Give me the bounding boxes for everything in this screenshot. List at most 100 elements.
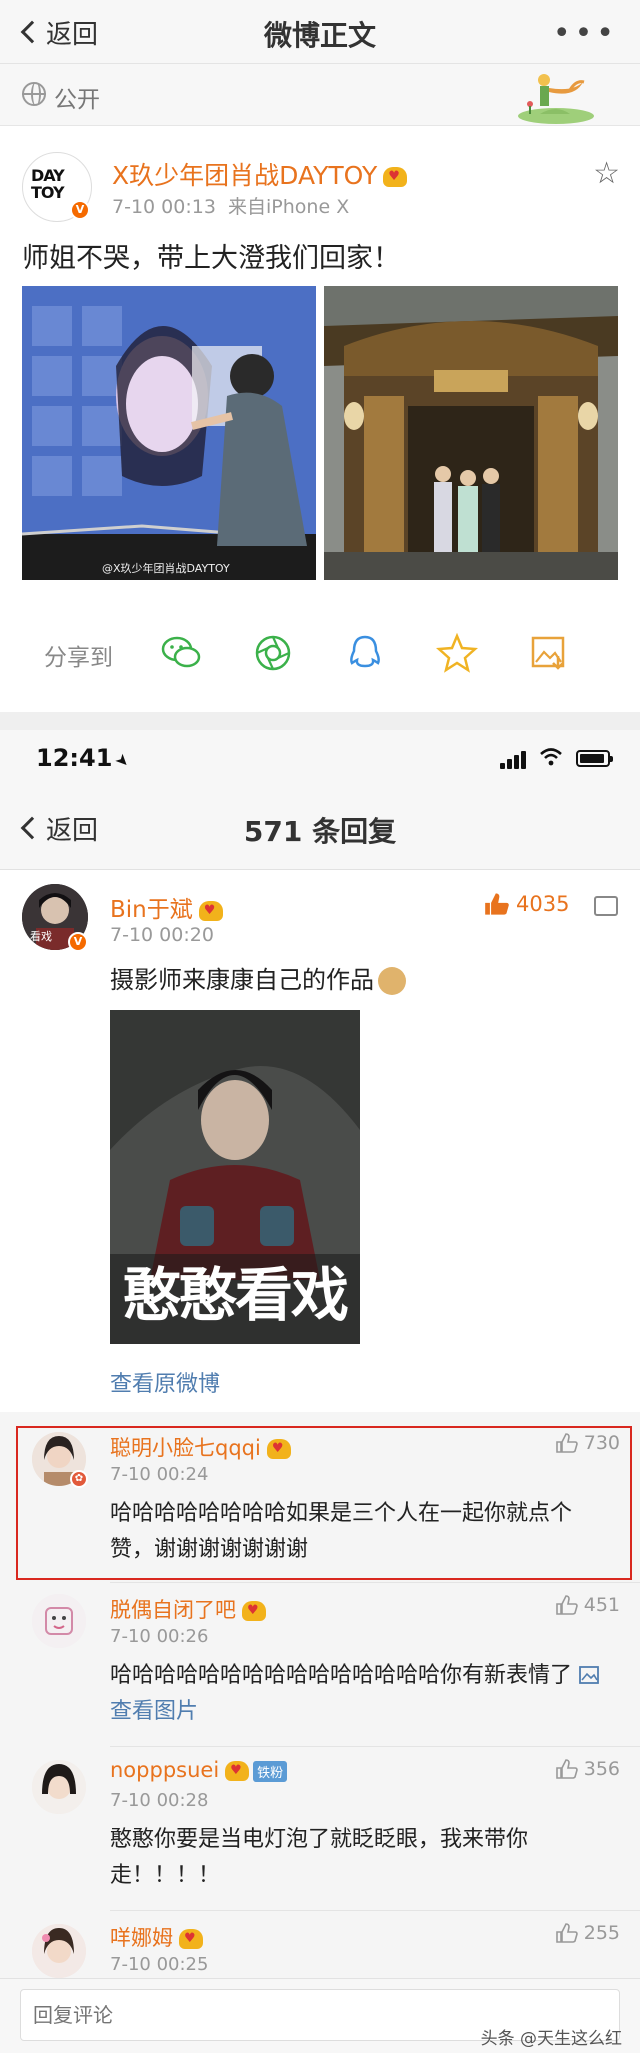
reply-like-button[interactable]: 356 [555,1758,620,1780]
save-image-icon[interactable] [528,632,570,674]
comment-like-button[interactable]: 4035 [484,892,569,916]
reply-like-button[interactable]: 451 [555,1594,620,1616]
visibility-label: 公开 [54,87,100,113]
image-caption-text: 憨憨看戏 [122,1261,349,1329]
reply-divider [110,1746,640,1747]
wifi-icon [540,748,562,766]
main-comment: 看戏 V Bin于斌 7-10 00:20 4035 摄影师来康康自己的作品 [0,870,640,1412]
comment-text-content: 摄影师来康康自己的作品 [110,966,374,994]
reply-divider [110,1910,640,1911]
reply-date: 7-10 00:28 [110,1790,209,1811]
reply-avatar[interactable] [32,1760,86,1814]
wechat-icon[interactable] [160,632,202,674]
vip-crown-icon [383,167,408,187]
vip-crown-icon [179,1929,203,1949]
little-prince-decoration-icon [518,74,594,124]
commenter-name-text: Bin于斌 [110,897,193,923]
page-title: 微博正文 [263,19,376,52]
view-original-weibo-link[interactable]: 查看原微博 [110,1366,220,1398]
reply-like-count: 451 [583,1594,620,1616]
qq-icon[interactable] [344,632,386,674]
reply-comment-icon[interactable] [594,896,618,916]
globe-icon [22,82,46,106]
reply-avatar[interactable] [32,1924,86,1978]
reply-author-name-text: 咩娜姆 [110,1926,173,1950]
share-bar: 分享到 [0,616,640,696]
vip-crown-icon [266,1439,291,1459]
favorite-star-icon[interactable]: ☆ [593,156,620,191]
thumbs-up-icon [555,1433,578,1453]
reply-avatar-photo [32,1924,86,1978]
reply-divider [110,1582,640,1583]
post-image-gate-set[interactable] [324,286,618,580]
reply-item: 咩娜姆 7-10 00:25 255 [0,1910,640,1978]
author-name[interactable]: X玖少年团肖战DAYTOY [112,156,408,192]
vip-crown-icon [225,1761,250,1781]
comment-date: 7-10 00:20 [110,924,214,946]
thumbs-up-icon [555,1595,578,1615]
gate-set-photo [324,286,618,580]
reply-author-name-text: 聪明小脸七qqqi [110,1436,261,1460]
reply-author-name[interactable]: 聪明小脸七qqqi [110,1432,291,1462]
reply-item: 脱偶自闭了吧 7-10 00:26 451 哈哈哈哈哈哈哈哈哈哈哈哈哈哈哈你有新… [0,1582,640,1744]
qzone-star-icon[interactable] [436,632,478,674]
doge-emoji-icon [378,967,406,995]
location-arrow-icon: ➤ [111,749,135,772]
source-watermark: 头条 @天生这么红 [480,2029,622,2049]
status-time: 12:41➤ [36,744,135,772]
visibility-bar: 公开 [0,64,640,126]
status-time-text: 12:41 [36,744,113,772]
vip-crown-icon [198,900,223,921]
moments-icon[interactable] [252,632,294,674]
post-date: 7-10 00:13 [112,196,216,218]
post-source: 来自iPhone X [228,196,350,218]
reply-like-button[interactable]: 730 [555,1432,620,1454]
reply-avatar-photo [32,1594,86,1648]
thumbs-up-icon [555,1923,578,1943]
thumbs-up-icon [555,1759,578,1779]
reply-item: nopppsuei 铁粉 7-10 00:28 356 憨憨你要是当电灯泡了就眨眨… [0,1746,640,1908]
fan-badge: 铁粉 [253,1760,288,1782]
reply-like-count: 730 [583,1432,620,1454]
vip-crown-icon [242,1601,266,1621]
page: 返回 微博正文 ••• 公开 DAY TOY V X玖少年团肖战DAYTOY 7… [0,0,640,2053]
verified-v-icon: V [68,932,88,952]
reply-author-name[interactable]: nopppsuei 铁粉 [110,1758,288,1782]
reply-author-name-text: 脱偶自闭了吧 [110,1598,236,1622]
reply-author-name[interactable]: 咩娜姆 [110,1922,203,1952]
reply-text: 憨憨你要是当电灯泡了就眨眨眼，我来带你走！！！！ [110,1827,529,1888]
battery-icon [576,750,613,767]
post-text: 师姐不哭，带上大澄我们回家！ [22,243,400,274]
reply-author-name-text: nopppsuei [110,1758,220,1782]
reply-date: 7-10 00:24 [110,1464,209,1485]
replies-list: ✿ 聪明小脸七qqqi 7-10 00:24 730 哈哈哈哈哈哈哈哈如果是三个… [0,1412,640,1978]
reply-like-button[interactable]: 255 [555,1922,620,1944]
replies-title: 571 条回复 [243,815,397,848]
reply-text-content: 哈哈哈哈哈哈哈哈哈哈哈哈哈哈哈你有新表情了 [110,1663,573,1688]
comment-like-count: 4035 [516,892,570,916]
image-watermark: @X玖少年团肖战DAYTOY [102,562,230,575]
post-meta: 7-10 00:13 来自iPhone X [112,192,349,219]
reply-author-name[interactable]: 脱偶自闭了吧 [110,1594,266,1624]
reply-like-count: 356 [583,1758,620,1780]
post-image-tv-screen[interactable]: @X玖少年团肖战DAYTOY [22,286,316,580]
reply-avatar[interactable] [32,1594,86,1648]
cell-signal-icon [500,750,528,769]
commenter-name[interactable]: Bin于斌 [110,890,223,924]
share-label: 分享到 [44,645,113,671]
author-name-text: X玖少年团肖战DAYTOY [112,161,378,190]
thumbs-up-icon [485,893,509,915]
reply-text: 哈哈哈哈哈哈哈哈如果是三个人在一起你就点个赞，谢谢谢谢谢谢谢 [110,1501,573,1562]
reply-date: 7-10 00:25 [110,1954,209,1975]
more-options-icon[interactable]: ••• [553,16,618,51]
tv-screen-photo [22,286,316,580]
view-image-label: 查看图片 [110,1699,199,1724]
reply-like-count: 255 [583,1922,620,1944]
reply-date: 7-10 00:26 [110,1626,209,1647]
verified-v-icon: V [70,200,90,220]
reply-item: ✿ 聪明小脸七qqqi 7-10 00:24 730 哈哈哈哈哈哈哈哈如果是三个… [0,1432,640,1582]
screenshot-divider [0,712,640,730]
reply-avatar-photo [32,1760,86,1814]
reply-text: 哈哈哈哈哈哈哈哈哈哈哈哈哈哈哈你有新表情了 查看图片 [110,1658,610,1730]
comment-image[interactable]: 憨憨看戏 [110,1010,360,1344]
